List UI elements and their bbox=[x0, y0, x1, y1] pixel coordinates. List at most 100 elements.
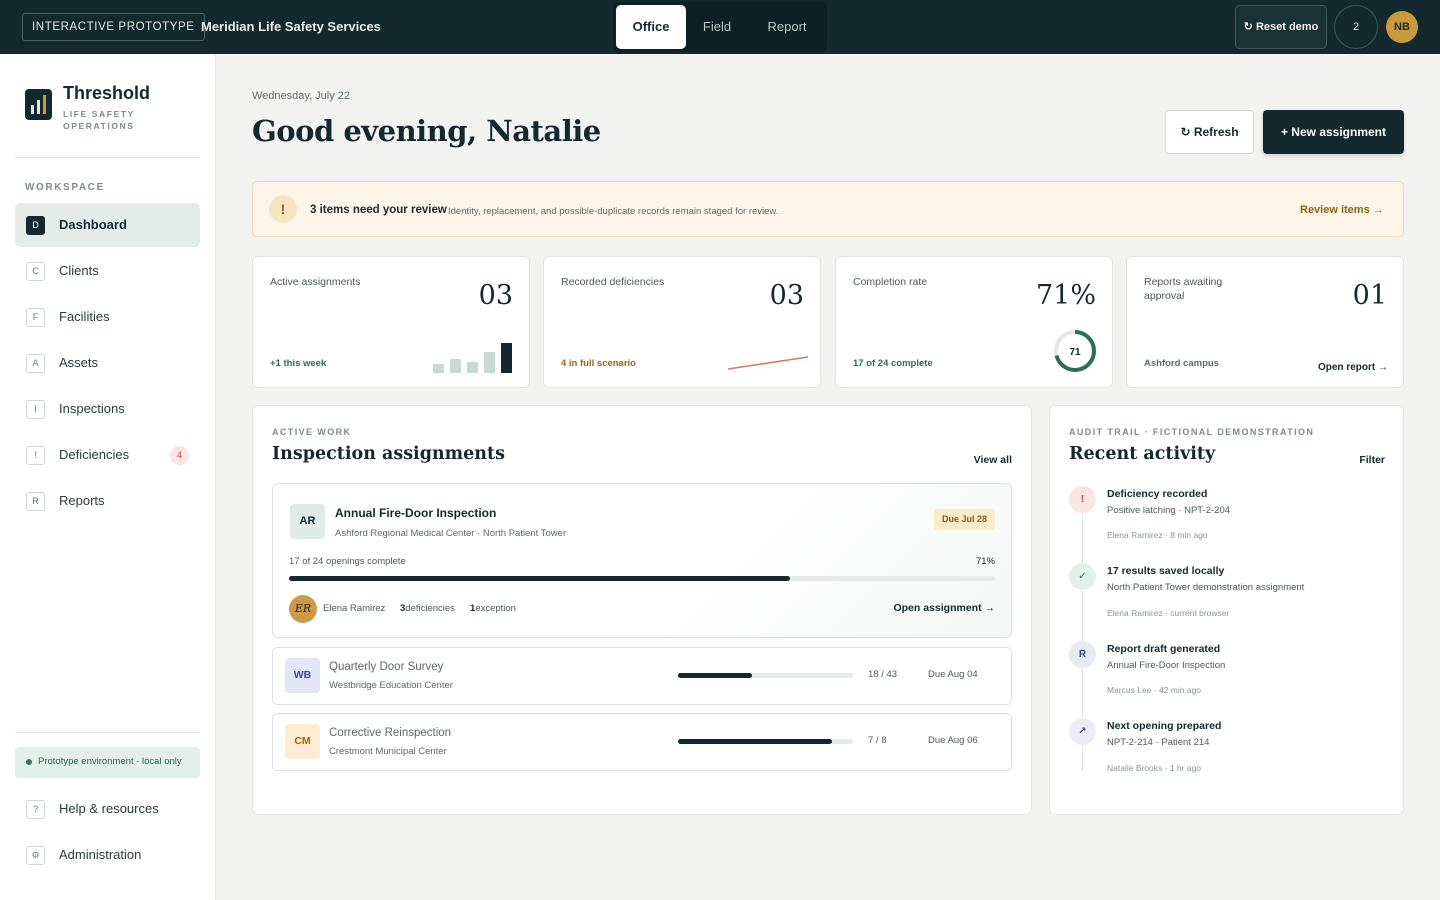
spark-bar bbox=[450, 359, 461, 373]
brand-title: Threshold bbox=[63, 83, 151, 103]
sidebar-item-facilities[interactable]: F Facilities bbox=[15, 295, 200, 339]
exception-count: 1exception bbox=[470, 603, 516, 614]
stat-value: 71% bbox=[1035, 280, 1096, 311]
environment-note-text: Prototype environment · local only bbox=[38, 756, 182, 767]
sidebar-item-deficiencies[interactable]: ! Deficiencies 4 bbox=[15, 433, 200, 477]
progress-bar-fill bbox=[678, 673, 752, 678]
workspace-section-label: WORKSPACE bbox=[25, 182, 105, 193]
sidebar-item-label: Facilities bbox=[59, 309, 110, 324]
sidebar-item-reports[interactable]: R Reports bbox=[15, 479, 200, 523]
view-all-link[interactable]: View all bbox=[974, 454, 1012, 466]
assignment-monogram: AR bbox=[290, 504, 325, 539]
open-assignment-link[interactable]: Open assignment → bbox=[893, 602, 995, 614]
sidebar-item-assets[interactable]: A Assets bbox=[15, 341, 200, 385]
user-avatar[interactable]: NB bbox=[1386, 11, 1418, 43]
sidebar-item-clients[interactable]: C Clients bbox=[15, 249, 200, 293]
filter-link[interactable]: Filter bbox=[1359, 454, 1385, 466]
sidebar-item-label: Dashboard bbox=[59, 217, 127, 232]
activity-title: Next opening prepared bbox=[1107, 720, 1222, 732]
stat-label: Completion rate bbox=[853, 276, 928, 288]
deficiency-count: 3deficiencies bbox=[400, 603, 455, 614]
stat-card-completion-rate: Completion rate 71% 17 of 24 complete 71 bbox=[835, 256, 1113, 388]
assignment-row[interactable]: WB Quarterly Door Survey Westbridge Educ… bbox=[272, 647, 1012, 705]
due-date-badge: Due Jul 28 bbox=[933, 509, 995, 530]
sidebar-item-administration[interactable]: ⚙ Administration bbox=[15, 833, 200, 877]
featured-assignment-card[interactable]: AR Annual Fire-Door Inspection Ashford R… bbox=[272, 483, 1012, 638]
inspections-icon: I bbox=[26, 400, 45, 419]
progress-percent: 71% bbox=[975, 556, 995, 567]
recent-activity-panel: AUDIT TRAIL · FICTIONAL DEMONSTRATION Re… bbox=[1049, 405, 1404, 815]
mode-tab-office[interactable]: Office bbox=[616, 5, 686, 49]
reset-demo-button[interactable]: ↻ Reset demo bbox=[1235, 5, 1327, 49]
warning-icon: ! bbox=[269, 195, 297, 223]
progress-bar bbox=[678, 673, 853, 678]
spark-bar bbox=[467, 362, 478, 373]
spark-bar bbox=[501, 343, 512, 373]
alert-description: Identity, replacement, and possible-dupl… bbox=[448, 206, 779, 217]
spark-bar bbox=[484, 352, 495, 373]
activity-subtitle: Annual Fire-Door Inspection bbox=[1107, 660, 1226, 671]
top-bar: INTERACTIVE PROTOTYPE Meridian Life Safe… bbox=[0, 0, 1440, 54]
notifications-button[interactable]: 2 bbox=[1334, 5, 1378, 49]
refresh-button[interactable]: ↻ Refresh bbox=[1165, 110, 1254, 154]
brand-subtitle: LIFE SAFETY OPERATIONS bbox=[63, 109, 135, 131]
assignment-title: Corrective Reinspection bbox=[329, 727, 452, 739]
stat-value: 03 bbox=[478, 280, 513, 311]
activity-title: Report draft generated bbox=[1107, 643, 1221, 655]
panel-title: Recent activity bbox=[1069, 444, 1216, 464]
inspector-name: Elena Ramirez bbox=[323, 603, 386, 614]
progress-bar bbox=[289, 576, 995, 581]
assignment-title: Annual Fire-Door Inspection bbox=[335, 506, 497, 520]
assignment-title: Quarterly Door Survey bbox=[329, 661, 444, 673]
assignment-location: Crestmont Municipal Center bbox=[329, 746, 447, 757]
sidebar-item-label: Inspections bbox=[59, 401, 125, 416]
progress-bar bbox=[678, 739, 853, 744]
stat-footnote: 4 in full scenario bbox=[561, 358, 636, 369]
spark-bar bbox=[433, 364, 444, 373]
assignment-row[interactable]: CM Corrective Reinspection Crestmont Mun… bbox=[272, 713, 1012, 771]
stat-card-recorded-deficiencies: Recorded deficiencies 03 4 in full scena… bbox=[543, 256, 821, 388]
dashboard-icon: D bbox=[26, 216, 45, 235]
sidebar-item-help[interactable]: ? Help & resources bbox=[15, 787, 200, 831]
activity-subtitle: North Patient Tower demonstration assign… bbox=[1107, 582, 1305, 593]
mode-tab-field[interactable]: Field bbox=[686, 5, 748, 49]
help-icon: ? bbox=[26, 800, 45, 819]
inspection-assignments-panel: ACTIVE WORK Inspection assignments View … bbox=[252, 405, 1032, 815]
report-icon: R bbox=[1069, 641, 1096, 668]
environment-note: Prototype environment · local only bbox=[15, 747, 200, 778]
open-report-link[interactable]: Open report → bbox=[1318, 362, 1388, 373]
deficiencies-count-badge: 4 bbox=[170, 446, 189, 465]
stat-value: 01 bbox=[1352, 280, 1387, 311]
stat-card-reports-awaiting: Reports awaiting approval 01 Ashford cam… bbox=[1126, 256, 1404, 388]
status-dot-icon bbox=[26, 759, 32, 765]
organization-name: Meridian Life Safety Services bbox=[201, 19, 381, 34]
activity-title: Deficiency recorded bbox=[1107, 488, 1208, 500]
alert-icon: ! bbox=[1069, 486, 1096, 513]
mode-tab-report[interactable]: Report bbox=[753, 5, 821, 49]
weekly-bar-sparkline bbox=[433, 343, 512, 373]
ring-value: 71 bbox=[1069, 347, 1081, 358]
sidebar-item-inspections[interactable]: I Inspections bbox=[15, 387, 200, 431]
assignment-location: Ashford Regional Medical Center · North … bbox=[335, 528, 567, 539]
sidebar-divider bbox=[15, 732, 200, 733]
review-items-link[interactable]: Review items → bbox=[1300, 204, 1384, 216]
activity-title: 17 results saved locally bbox=[1107, 565, 1225, 577]
stat-footnote: +1 this week bbox=[270, 358, 327, 369]
progress-count: 18 / 43 bbox=[868, 669, 898, 680]
deficiency-trend-sparkline bbox=[727, 356, 809, 370]
progress-bar-fill bbox=[678, 739, 832, 744]
activity-meta: Elena Ramirez · current browser bbox=[1107, 608, 1230, 618]
review-alert-banner: ! 3 items need your review Identity, rep… bbox=[252, 181, 1404, 237]
activity-subtitle: Positive latching · NPT-2-204 bbox=[1107, 505, 1231, 516]
stat-label: Reports awaiting approval bbox=[1144, 276, 1223, 302]
sidebar-item-dashboard[interactable]: D Dashboard bbox=[15, 203, 200, 247]
prototype-badge: INTERACTIVE PROTOTYPE bbox=[22, 13, 205, 41]
deficiencies-icon: ! bbox=[26, 446, 45, 465]
stat-footnote: 17 of 24 complete bbox=[853, 358, 933, 369]
new-assignment-button[interactable]: + New assignment bbox=[1263, 110, 1404, 154]
checkmark-icon: ✓ bbox=[1069, 563, 1096, 590]
completion-ring: 71 bbox=[1054, 330, 1096, 372]
assignment-location: Westbridge Education Center bbox=[329, 680, 453, 691]
sidebar-item-label: Assets bbox=[59, 355, 99, 370]
sidebar-item-label: Clients bbox=[59, 263, 99, 278]
